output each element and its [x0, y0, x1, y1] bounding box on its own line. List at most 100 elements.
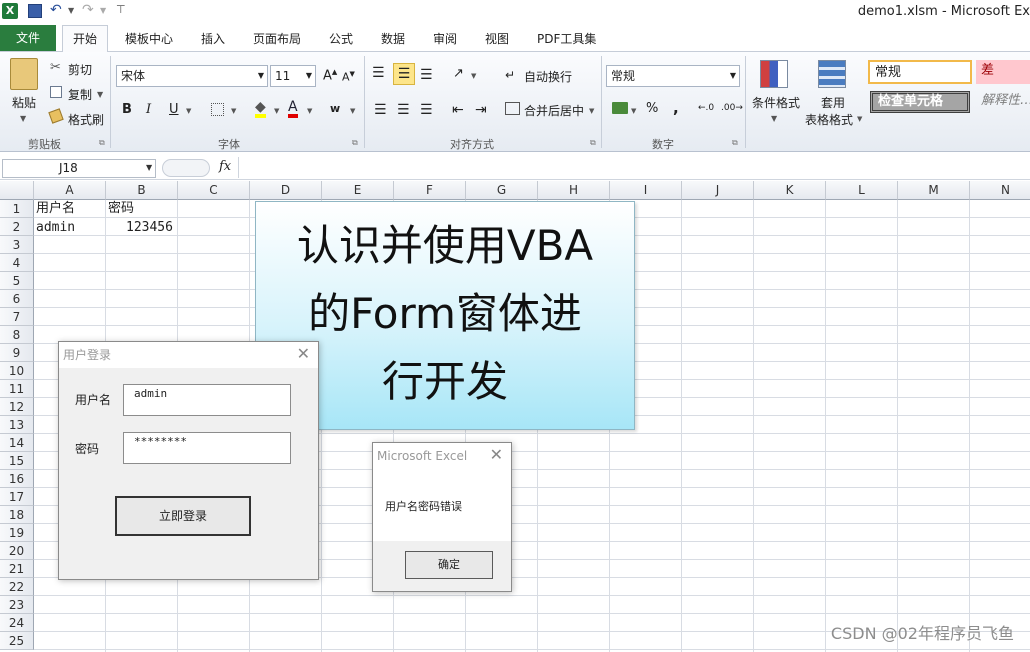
column-header-h[interactable]: H	[538, 181, 610, 200]
close-icon[interactable]: ✕	[297, 345, 310, 363]
row-header-4[interactable]: 4	[0, 254, 34, 272]
shrink-font-icon[interactable]: A▼	[342, 70, 355, 84]
decrease-decimal-icon[interactable]: .00→	[721, 103, 743, 113]
format-as-table-icon[interactable]	[818, 60, 846, 88]
tab-review[interactable]: 审阅	[433, 30, 457, 47]
row-header-18[interactable]: 18	[0, 506, 34, 524]
row-header-14[interactable]: 14	[0, 434, 34, 452]
align-middle-icon[interactable]: ☰	[393, 63, 415, 85]
font-color-dropdown-icon[interactable]: ▼	[307, 107, 312, 115]
fill-color-dropdown-icon[interactable]: ▼	[274, 107, 279, 115]
phonetic-icon[interactable]: w	[330, 102, 340, 115]
tab-home[interactable]: 开始	[62, 25, 108, 53]
row-header-15[interactable]: 15	[0, 452, 34, 470]
font-size-combo[interactable]: 11 ▼	[270, 65, 316, 87]
cut-button[interactable]: 剪切	[68, 61, 92, 78]
cell-b1[interactable]: 密码	[108, 200, 134, 218]
italic-icon[interactable]: I	[146, 102, 151, 117]
conditional-format-icon[interactable]	[760, 60, 788, 88]
row-header-9[interactable]: 9	[0, 344, 34, 362]
format-painter-icon[interactable]	[48, 108, 64, 124]
align-right-icon[interactable]: ☰	[420, 102, 433, 118]
login-button[interactable]: 立即登录	[115, 496, 251, 536]
increase-indent-icon[interactable]: ⇥	[475, 102, 487, 118]
undo-dropdown-icon[interactable]: ▼	[68, 6, 74, 15]
row-header-19[interactable]: 19	[0, 524, 34, 542]
align-center-icon[interactable]: ☰	[397, 102, 410, 118]
name-box-dropdown-icon[interactable]: ▼	[146, 163, 152, 172]
align-bottom-icon[interactable]: ☰	[420, 68, 433, 82]
currency-dropdown-icon[interactable]: ▼	[631, 107, 636, 115]
conditional-format-dropdown-icon[interactable]: ▼	[771, 114, 777, 123]
column-header-a[interactable]: A	[34, 181, 106, 200]
paste-icon[interactable]	[10, 58, 38, 90]
row-header-5[interactable]: 5	[0, 272, 34, 290]
row-header-16[interactable]: 16	[0, 470, 34, 488]
row-header-7[interactable]: 7	[0, 308, 34, 326]
row-header-17[interactable]: 17	[0, 488, 34, 506]
bold-icon[interactable]: B	[122, 102, 132, 117]
tab-file[interactable]: 文件	[0, 25, 56, 51]
tab-view[interactable]: 视图	[485, 30, 509, 47]
tab-pdf-tools[interactable]: PDF工具集	[537, 30, 596, 47]
border-dropdown-icon[interactable]: ▼	[231, 107, 236, 115]
align-top-icon[interactable]: ☰	[372, 66, 385, 80]
column-header-j[interactable]: J	[682, 181, 754, 200]
font-launcher-icon[interactable]: ⧉	[352, 138, 358, 148]
merge-center-icon[interactable]	[505, 102, 520, 115]
insert-function-icon[interactable]: fx	[219, 159, 231, 174]
border-icon[interactable]	[211, 103, 224, 116]
align-left-icon[interactable]: ☰	[374, 102, 387, 118]
row-header-23[interactable]: 23	[0, 596, 34, 614]
format-painter-button[interactable]: 格式刷	[68, 111, 104, 128]
conditional-format-button[interactable]: 条件格式	[752, 94, 800, 111]
column-header-g[interactable]: G	[466, 181, 538, 200]
style-explanatory[interactable]: 解释性…	[976, 90, 1030, 114]
style-bad[interactable]: 差	[976, 60, 1030, 84]
row-header-22[interactable]: 22	[0, 578, 34, 596]
increase-decimal-icon[interactable]: ←.0	[698, 103, 714, 113]
percent-icon[interactable]: %	[646, 101, 658, 116]
undo-icon[interactable]: ↶	[50, 2, 62, 18]
orientation-icon[interactable]: ↗	[453, 66, 464, 81]
phonetic-dropdown-icon[interactable]: ▼	[350, 107, 355, 115]
format-as-table-line2[interactable]: 表格格式	[805, 111, 853, 128]
row-header-20[interactable]: 20	[0, 542, 34, 560]
format-as-table-line1[interactable]: 套用	[821, 94, 845, 111]
row-header-21[interactable]: 21	[0, 560, 34, 578]
column-header-i[interactable]: I	[610, 181, 682, 200]
number-launcher-icon[interactable]: ⧉	[732, 138, 738, 148]
select-all-corner[interactable]	[0, 181, 34, 200]
column-header-m[interactable]: M	[898, 181, 970, 200]
column-header-d[interactable]: D	[250, 181, 322, 200]
ok-button[interactable]: 确定	[405, 551, 493, 579]
row-header-2[interactable]: 2	[0, 218, 34, 236]
number-format-combo[interactable]: 常规 ▼	[606, 65, 740, 87]
save-icon[interactable]	[28, 4, 42, 18]
username-field[interactable]: admin	[123, 384, 291, 416]
column-header-c[interactable]: C	[178, 181, 250, 200]
row-header-6[interactable]: 6	[0, 290, 34, 308]
redo-dropdown-icon[interactable]: ▼	[100, 6, 106, 15]
row-header-25[interactable]: 25	[0, 632, 34, 650]
column-header-n[interactable]: N	[970, 181, 1030, 200]
customize-qat-icon[interactable]: ⊤	[116, 3, 126, 16]
copy-icon[interactable]	[50, 86, 62, 98]
underline-icon[interactable]: U	[169, 102, 179, 117]
tab-insert[interactable]: 插入	[201, 30, 225, 47]
row-header-1[interactable]: 1	[0, 200, 34, 218]
wrap-text-icon[interactable]: ↵	[505, 68, 515, 82]
tab-formulas[interactable]: 公式	[329, 30, 353, 47]
paste-button[interactable]: 粘贴	[12, 94, 36, 111]
wrap-text-button[interactable]: 自动换行	[524, 68, 572, 85]
currency-icon[interactable]	[612, 102, 628, 114]
merge-dropdown-icon[interactable]: ▼	[589, 107, 594, 115]
cell-a2[interactable]: admin	[36, 219, 75, 237]
format-as-table-dropdown-icon[interactable]: ▼	[857, 115, 862, 123]
clipboard-launcher-icon[interactable]: ⧉	[99, 138, 105, 148]
cut-icon[interactable]: ✂	[50, 60, 61, 75]
merge-center-button[interactable]: 合并后居中	[524, 102, 584, 119]
column-header-b[interactable]: B	[106, 181, 178, 200]
redo-icon[interactable]: ↷	[82, 2, 94, 18]
row-header-24[interactable]: 24	[0, 614, 34, 632]
